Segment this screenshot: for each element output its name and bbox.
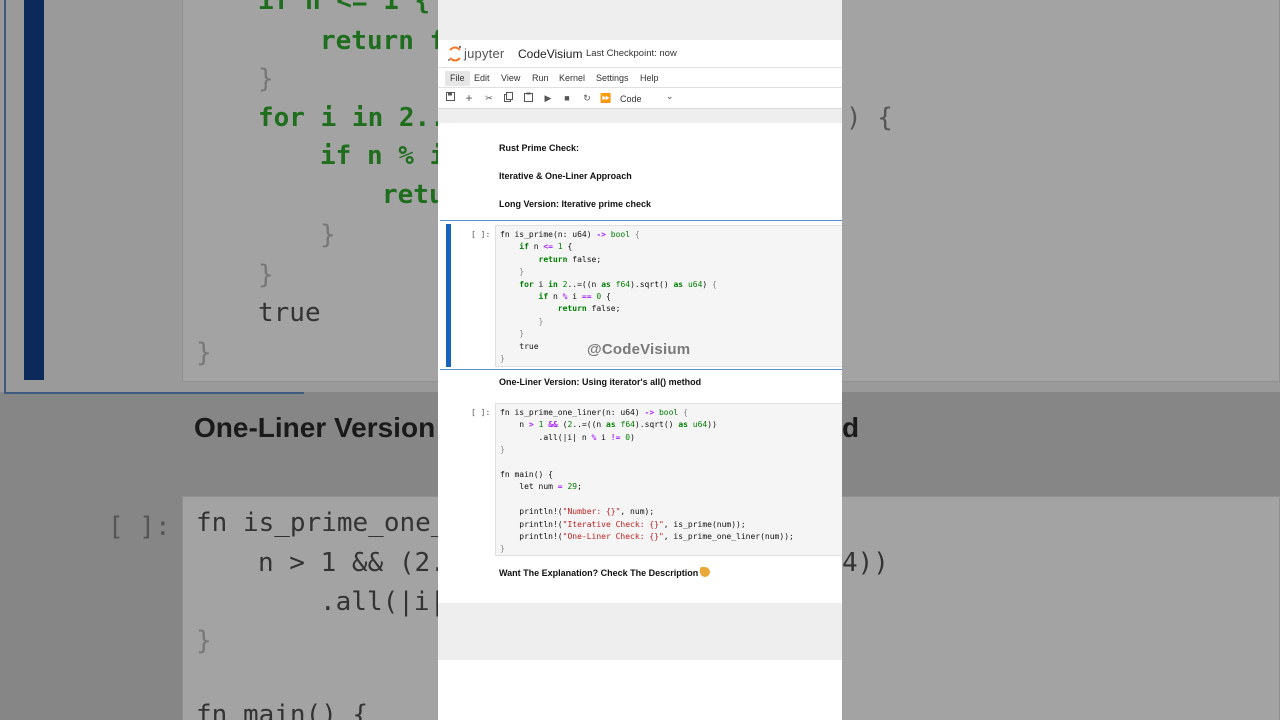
menu-run[interactable]: Run xyxy=(527,71,554,86)
code-line: for i in 2..=((n as f64).sqrt() as u64) … xyxy=(519,279,717,289)
code-line: fn main() { xyxy=(500,470,553,479)
chevron-down-icon[interactable]: ⌄ xyxy=(666,91,674,102)
bg-code-line: 4)) xyxy=(842,548,889,578)
code-line: } xyxy=(500,445,505,455)
code-editor[interactable]: fn is_prime_one_liner(n: u64) -> bool { … xyxy=(495,403,842,556)
stop-icon[interactable]: ■ xyxy=(560,92,574,105)
notebook-title[interactable]: CodeVisium xyxy=(518,47,582,61)
bg-code-line: n > 1 && (2. xyxy=(258,548,446,578)
cell-prompt: [ ]: xyxy=(471,230,491,239)
background-cell-bar xyxy=(24,0,44,380)
bg-code-line: if n % i xyxy=(320,141,446,171)
markdown-footer: Want The Explanation? Check The Descript… xyxy=(499,567,711,578)
notebook-header: jupyter CodeVisium Last Checkpoint: now xyxy=(438,40,842,68)
restart-icon[interactable]: ↻ xyxy=(580,92,594,105)
paste-icon[interactable] xyxy=(521,92,535,105)
save-icon[interactable] xyxy=(443,92,457,105)
code-line: if n % i == 0 { xyxy=(538,292,611,301)
code-line: .all(|i| n % i != 0) xyxy=(500,432,635,442)
cell-prompt: [ ]: xyxy=(471,408,491,417)
menu-settings[interactable]: Settings xyxy=(591,71,634,86)
checkpoint-status: Last Checkpoint: now xyxy=(586,48,677,59)
code-line: println!("One-Liner Check: {}", is_prime… xyxy=(500,532,794,541)
cut-icon[interactable]: ✂ xyxy=(482,92,496,105)
menu-help[interactable]: Help xyxy=(635,71,664,86)
bg-code-line: } xyxy=(258,64,274,94)
menu-view[interactable]: View xyxy=(496,71,525,86)
bg-code-line: return f xyxy=(320,26,446,56)
notebook-toolbar: + ✂ ▶ ■ ↻ ⏩ Code ⌄ xyxy=(438,88,842,109)
bg-code-line: fn is_prime_one_ xyxy=(196,508,447,538)
footer-text: Want The Explanation? Check The Descript… xyxy=(499,568,699,578)
run-icon[interactable]: ▶ xyxy=(541,92,555,105)
code-line: fn is_prime(n: u64) -> bool { xyxy=(500,230,640,239)
code-line: return false; xyxy=(538,254,602,264)
code-line: fn is_prime_one_liner(n: u64) -> bool { xyxy=(500,408,688,417)
code-line: println!("Iterative Check: {}", is_prime… xyxy=(500,519,746,529)
fast-forward-icon[interactable]: ⏩ xyxy=(599,92,613,105)
bg-code-line: ) { xyxy=(846,103,893,133)
code-line: } xyxy=(500,316,544,326)
code-line: return false; xyxy=(557,304,621,314)
bg-code-line: true xyxy=(258,298,321,328)
bg-code-line: .all(|i| xyxy=(320,587,446,617)
code-line: let num = 29; xyxy=(500,482,582,492)
code-line: if n <= 1 { xyxy=(519,242,573,252)
code-line: n > 1 && (2..=((n as f64).sqrt() as u64)… xyxy=(500,420,717,430)
code-line: } xyxy=(500,267,525,277)
bg-heading-tail: d xyxy=(842,412,860,443)
bg-prompt: [ ]: xyxy=(108,512,171,542)
code-line: } xyxy=(500,544,505,554)
active-cell-indicator xyxy=(446,224,451,367)
markdown-subtitle: Iterative & One-Liner Approach xyxy=(499,171,632,181)
markdown-title: Rust Prime Check: xyxy=(499,143,580,153)
bg-code-line: } xyxy=(196,626,212,656)
bg-code-line: } xyxy=(258,260,274,290)
markdown-oneliner-heading: One-Liner Version: Using iterator's all(… xyxy=(499,377,702,387)
menu-edit[interactable]: Edit xyxy=(469,71,495,86)
bg-code-line: for i in 2.. xyxy=(258,103,446,133)
bg-code-line: } xyxy=(196,338,212,368)
menu-file[interactable]: File xyxy=(445,71,470,86)
code-line: println!("Number: {}", num); xyxy=(500,507,655,517)
bg-code-line: fn main() { xyxy=(196,700,369,720)
jupyter-brand[interactable]: jupyter xyxy=(464,46,504,61)
add-icon[interactable]: + xyxy=(462,92,476,105)
bg-code-line: } xyxy=(320,220,336,250)
code-line: } xyxy=(500,354,505,363)
menu-kernel[interactable]: Kernel xyxy=(554,71,590,86)
jupyter-logo-icon xyxy=(448,45,462,62)
bg-heading: One-Liner Version xyxy=(194,412,436,443)
code-line: true xyxy=(500,341,539,351)
markdown-long-heading: Long Version: Iterative prime check xyxy=(499,199,652,209)
bg-code-line: if n <= 1 { xyxy=(258,0,431,16)
copy-icon[interactable] xyxy=(501,92,515,105)
jupyter-window: jupyter CodeVisium Last Checkpoint: now … xyxy=(438,0,842,720)
pointing-hand-icon xyxy=(700,567,711,577)
menu-bar: File Edit View Run Kernel Settings Help xyxy=(438,68,842,88)
watermark: @CodeVisium xyxy=(587,341,691,358)
code-line: } xyxy=(500,329,525,339)
bg-code-line: retu xyxy=(382,180,445,210)
